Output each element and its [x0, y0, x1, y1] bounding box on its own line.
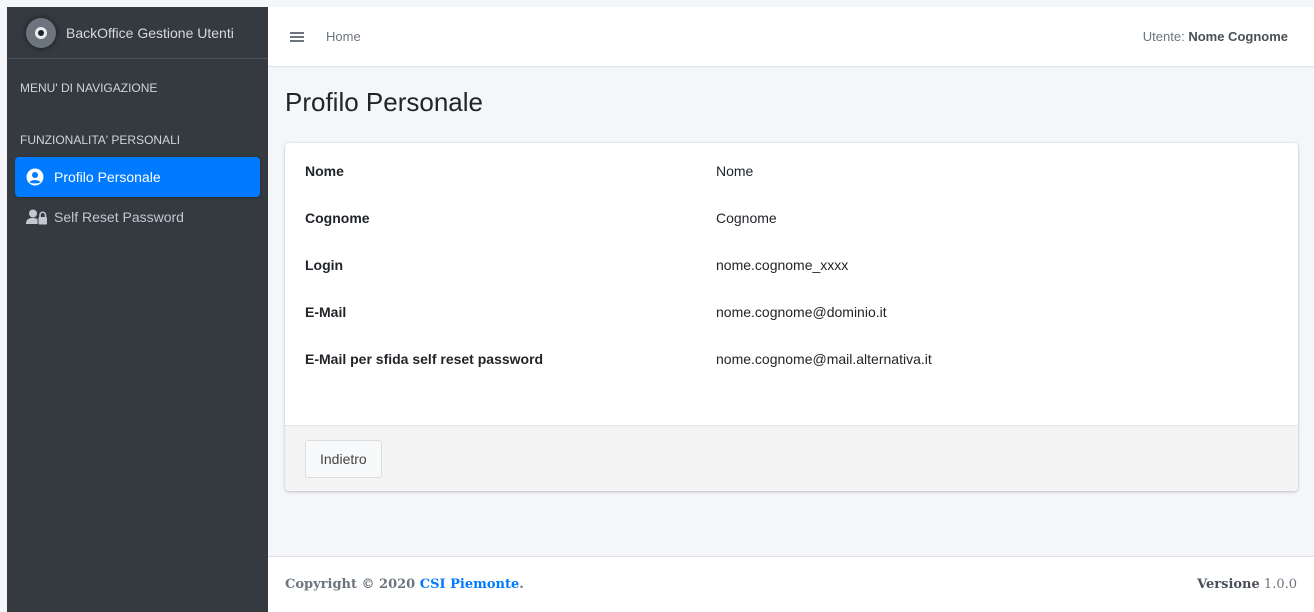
home-link[interactable]: Home: [326, 29, 361, 44]
field-label: Login: [305, 257, 344, 273]
user-lock-icon: [26, 209, 48, 225]
profile-row-email: E-Mail nome.cognome@dominio.it: [305, 304, 1278, 351]
brand-logo-icon: [26, 17, 56, 48]
profile-row-nome: Nome Nome: [305, 163, 1278, 210]
field-value: Cognome: [716, 210, 777, 226]
field-label: Cognome: [305, 210, 370, 226]
brand-link[interactable]: BackOffice Gestione Utenti: [7, 7, 268, 59]
user-circle-icon: [26, 168, 48, 186]
user-info: Utente: Nome Cognome: [1143, 29, 1288, 44]
user-prefix: Utente:: [1142, 29, 1185, 44]
field-value: nome.cognome_xxxx: [716, 257, 849, 273]
copyright-suffix: .: [519, 577, 524, 592]
profile-row-cognome: Cognome Cognome: [305, 210, 1278, 257]
page-title: Profilo Personale: [285, 87, 483, 117]
top-navbar: Home Utente: Nome Cognome: [268, 7, 1314, 67]
version-value: 1.0.0: [1263, 577, 1297, 592]
company-link[interactable]: CSI Piemonte: [420, 577, 519, 592]
brand-title: BackOffice Gestione Utenti: [66, 24, 234, 41]
profile-card-body: Nome Nome Cognome Cognome Login nome.cog…: [285, 143, 1298, 398]
sidebar-item-label: Profilo Personale: [54, 169, 161, 185]
profile-row-email-reset: E-Mail per sfida self reset password nom…: [305, 351, 1278, 398]
nav-header: MENU' DI NAVIGAZIONE: [20, 81, 158, 95]
sidebar-item-self-reset-password[interactable]: Self Reset Password: [15, 197, 260, 237]
section-header: FUNZIONALITA' PERSONALI: [20, 133, 181, 147]
copyright-text: Copyright © 2020 CSI Piemonte.: [285, 577, 524, 592]
version-label: Versione: [1197, 577, 1260, 592]
field-label: E-Mail: [305, 304, 347, 320]
field-value: Nome: [716, 163, 754, 179]
version-info: Versione 1.0.0: [1197, 577, 1297, 592]
menu-toggle-icon[interactable]: [290, 30, 304, 44]
profile-card: Nome Nome Cognome Cognome Login nome.cog…: [285, 143, 1298, 491]
field-label: E-Mail per sfida self reset password: [305, 351, 544, 367]
field-value: nome.cognome@dominio.it: [716, 304, 887, 320]
field-value: nome.cognome@mail.alternativa.it: [716, 351, 932, 367]
profile-card-footer: Indietro: [285, 425, 1298, 491]
sidebar-item-profilo-personale[interactable]: Profilo Personale: [15, 157, 260, 197]
main-content: Profilo Personale Nome Nome Cognome Cogn…: [268, 67, 1314, 491]
profile-row-login: Login nome.cognome_xxxx: [305, 257, 1278, 304]
back-button[interactable]: Indietro: [305, 440, 382, 478]
sidebar: BackOffice Gestione Utenti MENU' DI NAVI…: [7, 7, 268, 612]
field-label: Nome: [305, 163, 344, 179]
sidebar-item-label: Self Reset Password: [54, 209, 184, 225]
user-name: Nome Cognome: [1188, 29, 1288, 44]
page-footer: Copyright © 2020 CSI Piemonte. Versione …: [268, 556, 1314, 612]
copyright-prefix: Copyright © 2020: [285, 577, 416, 592]
